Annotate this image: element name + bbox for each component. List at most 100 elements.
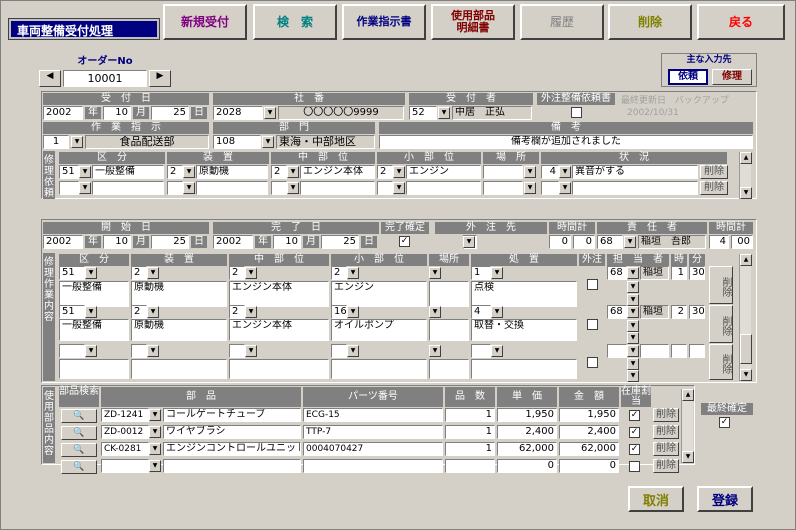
rep1-basho[interactable] (429, 281, 469, 307)
rep1-shochi-dropdown-icon[interactable]: ▼ (491, 267, 503, 279)
reception-day[interactable]: 25 (151, 106, 189, 120)
req-row1-delete-button[interactable]: 削除 (700, 165, 728, 179)
req-sochi[interactable]: 原動機 (196, 165, 268, 179)
binoculars-icon[interactable]: 🔍 (61, 426, 97, 440)
start-year[interactable]: 2002 (43, 235, 83, 249)
end-month[interactable]: 10 (273, 235, 301, 249)
rep1-sho[interactable]: エンジン (331, 281, 427, 307)
company-dropdown-icon[interactable]: ▼ (264, 107, 276, 119)
rep1-chu-code[interactable]: 2 (229, 266, 245, 280)
scroll-up-icon[interactable]: ▲ (740, 152, 752, 164)
req-sochi-dropdown-icon[interactable]: ▼ (183, 166, 195, 178)
part-dropdown-icon[interactable]: ▼ (149, 443, 161, 455)
req2-jokyo-code[interactable] (541, 181, 559, 195)
rep3-sochi[interactable] (131, 359, 227, 379)
rep2-kubun[interactable]: 一般整備 (59, 319, 129, 341)
department-code[interactable]: 108 (213, 135, 261, 149)
binoculars-icon[interactable]: 🔍 (61, 409, 97, 423)
rep2-sho-dropdown-icon[interactable]: ▼ (347, 306, 359, 318)
scroll-down-icon[interactable]: ▼ (740, 187, 752, 199)
req2-sochi-code[interactable] (167, 181, 183, 195)
rep2-shochi-dropdown-icon[interactable]: ▼ (491, 306, 503, 318)
rep2-sochi[interactable]: 原動機 (131, 319, 227, 341)
parts-scrollbar[interactable]: ▲ ▼ (681, 389, 694, 463)
work-instruction-dropdown-icon[interactable]: ▼ (71, 136, 83, 148)
outsource-request-checkbox[interactable] (571, 107, 582, 118)
req-kubun-dropdown-icon[interactable]: ▼ (79, 166, 91, 178)
part-dropdown-icon[interactable]: ▼ (149, 426, 161, 438)
part-qty[interactable]: 1 (445, 442, 495, 456)
work-order-button[interactable]: 作業指示書 (342, 4, 426, 40)
req2-kubun-dropdown-icon[interactable]: ▼ (79, 182, 91, 194)
part-stock-checkbox[interactable]: ✓ (629, 410, 640, 421)
rep2-chu-dropdown-icon[interactable]: ▼ (245, 306, 257, 318)
req-basho[interactable] (483, 165, 523, 179)
rep3-tanto3-dropdown-icon[interactable]: ▼ (627, 370, 639, 382)
req2-basho-dropdown-icon[interactable]: ▼ (524, 182, 536, 194)
rep2-chu[interactable]: エンジン本体 (229, 319, 329, 341)
req-basho-dropdown-icon[interactable]: ▼ (524, 166, 536, 178)
rep2-shochi[interactable]: 取替・交換 (471, 319, 577, 341)
order-prev-button[interactable]: ◀ (39, 70, 61, 87)
reception-month[interactable]: 10 (103, 106, 131, 120)
rep1-sho-code[interactable]: 2 (331, 266, 347, 280)
outsource-dropdown-icon[interactable]: ▼ (463, 236, 475, 248)
part-qty[interactable]: 1 (445, 408, 495, 422)
reception-year[interactable]: 2002 (43, 106, 83, 120)
part-delete-button[interactable]: 削除 (653, 408, 679, 422)
req-sho[interactable]: エンジン (406, 165, 481, 179)
req2-kubun-code[interactable] (59, 181, 79, 195)
part-stock-checkbox[interactable] (629, 461, 640, 472)
end-day[interactable]: 25 (321, 235, 359, 249)
rep1-kubun-code[interactable]: 51 (59, 266, 85, 280)
rep1-tanto-code[interactable]: 68 (607, 266, 627, 280)
rep2-delete-button[interactable]: 削除 (709, 305, 733, 343)
rep2-tanto2-dropdown-icon[interactable]: ▼ (627, 320, 639, 332)
rep3-shochi[interactable] (471, 359, 577, 379)
rep2-sho-code[interactable]: 16 (331, 305, 347, 319)
part-delete-button[interactable]: 削除 (653, 425, 679, 439)
part-unit-price[interactable]: 62,000 (497, 442, 557, 456)
req-sho-dropdown-icon[interactable]: ▼ (393, 166, 405, 178)
rep3-shochi-dropdown-icon[interactable]: ▼ (491, 345, 503, 357)
delete-button[interactable]: 削除 (608, 4, 692, 40)
rep2-basho[interactable] (429, 319, 469, 341)
rep1-sochi-dropdown-icon[interactable]: ▼ (147, 267, 159, 279)
rep1-shochi-code[interactable]: 1 (471, 266, 491, 280)
rep2-gaichu-checkbox[interactable] (587, 319, 598, 330)
rep2-m[interactable]: 30 (689, 305, 705, 319)
req2-jokyo[interactable] (572, 181, 698, 195)
rep3-sho-dropdown-icon[interactable]: ▼ (347, 345, 359, 357)
repair-scroll-down-icon[interactable]: ▼ (740, 369, 752, 381)
rep1-delete-button[interactable]: 削除 (709, 266, 733, 304)
part-delete-button[interactable]: 削除 (653, 442, 679, 456)
final-confirm-checkbox[interactable]: ✓ (719, 417, 730, 428)
new-reception-button[interactable]: 新規受付 (163, 4, 247, 40)
rep1-gaichu-checkbox[interactable] (587, 279, 598, 290)
rep2-sochi-code[interactable]: 2 (131, 305, 147, 319)
start-month[interactable]: 10 (103, 235, 131, 249)
rep3-sochi-code[interactable] (131, 344, 147, 358)
rep3-sho[interactable] (331, 359, 427, 379)
rep1-shochi[interactable]: 点検 (471, 281, 577, 307)
rep3-tanto2-dropdown-icon[interactable]: ▼ (627, 358, 639, 370)
rep2-chu-code[interactable]: 2 (229, 305, 245, 319)
register-button[interactable]: 登録 (697, 486, 753, 512)
part-number[interactable] (303, 459, 443, 473)
req-jokyo[interactable]: 異音がする (572, 165, 698, 179)
parts-scroll-down-icon[interactable]: ▼ (682, 451, 694, 463)
req2-chu-code[interactable] (271, 181, 287, 195)
req2-sochi-dropdown-icon[interactable]: ▼ (183, 182, 195, 194)
req2-chu-dropdown-icon[interactable]: ▼ (287, 182, 299, 194)
rep1-basho-dropdown-icon[interactable]: ▼ (429, 267, 441, 279)
rep2-kubun-code[interactable]: 51 (59, 305, 85, 319)
part-unit-price[interactable]: 2,400 (497, 425, 557, 439)
rep3-delete-button[interactable]: 削除 (709, 344, 733, 380)
req2-sho[interactable] (406, 181, 481, 195)
rep3-sochi-dropdown-icon[interactable]: ▼ (147, 345, 159, 357)
rep3-h[interactable] (671, 344, 687, 358)
part-number[interactable]: TTP-7 (303, 425, 443, 439)
binoculars-icon[interactable]: 🔍 (61, 460, 97, 474)
part-dropdown-icon[interactable]: ▼ (149, 409, 161, 421)
search-button[interactable]: 検 索 (253, 4, 337, 40)
